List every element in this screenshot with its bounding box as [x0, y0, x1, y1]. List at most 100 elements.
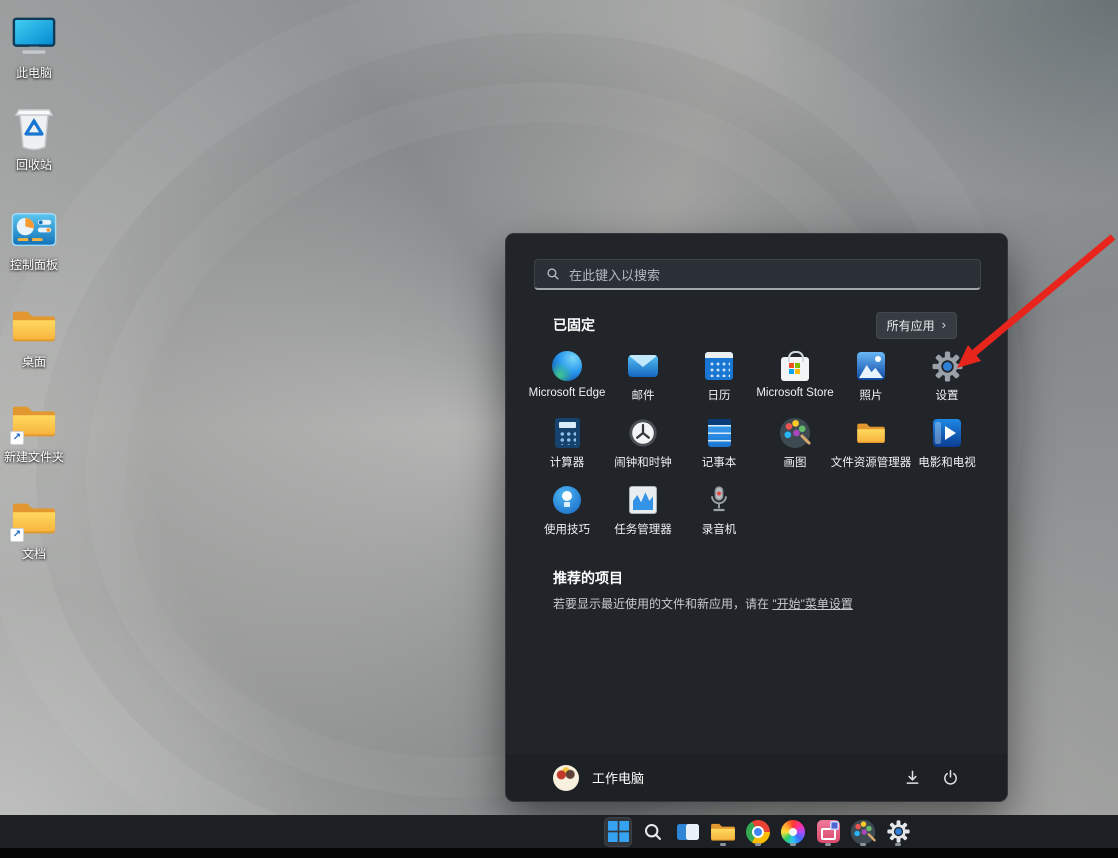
download-icon [904, 769, 921, 786]
power-button[interactable] [939, 767, 961, 789]
pinned-app-label: 文件资源管理器 [831, 454, 912, 470]
running-indicator [720, 843, 726, 846]
recommended-text: 若要显示最近使用的文件和新应用，请在 "开始"菜单设置 [553, 595, 853, 612]
user-name: 工作电脑 [592, 768, 644, 787]
shortcut-arrow-icon: ↗ [10, 431, 24, 445]
taskbar [0, 815, 1118, 848]
pinned-app-label: 计算器 [550, 454, 585, 470]
desktop-icon-label: 新建文件夹 [4, 448, 64, 465]
pinned-app-voice-recorder[interactable]: 录音机 [681, 480, 757, 547]
taskbar-icons [604, 815, 912, 848]
notepad-icon [703, 417, 735, 449]
task-manager-icon [627, 484, 659, 516]
screen-bottom-strip [0, 848, 1118, 858]
download-updates-button[interactable] [901, 767, 923, 789]
desktop-icon-this-pc[interactable]: 此电脑 [0, 12, 68, 81]
desktop-icon-control-panel[interactable]: 控制面板 [0, 204, 68, 273]
search-icon [643, 822, 663, 842]
pinned-app-label: 录音机 [702, 521, 737, 537]
recycle-bin-icon [9, 104, 59, 154]
recommended-header: 推荐的项目 [553, 568, 623, 588]
start-icon [608, 821, 629, 842]
pinned-app-movies-tv[interactable]: 电影和电视 [909, 413, 985, 480]
pinned-app-settings[interactable]: 设置 [909, 346, 985, 413]
desktop-icons: 此电脑回收站控制面板桌面 ↗ 新建文件夹 ↗ 文档 [0, 0, 68, 820]
pinned-app-tips[interactable]: 使用技巧 [529, 480, 605, 547]
pinned-app-alarms-clock[interactable]: 闹钟和时钟 [605, 413, 681, 480]
pinned-app-label: Microsoft Edge [529, 387, 606, 399]
desktop-icon-desktop-folder[interactable]: 桌面 [0, 301, 68, 370]
avatar [553, 765, 579, 791]
taskbar-start-button[interactable] [604, 817, 632, 847]
pinned-app-label: 画图 [784, 454, 807, 470]
pinned-app-calculator[interactable]: 计算器 [529, 413, 605, 480]
taskbar-color-wheel-browser-button[interactable] [779, 817, 807, 847]
user-account-button[interactable]: 工作电脑 [553, 765, 644, 791]
color-wheel-browser-icon [781, 820, 805, 844]
task-view-icon [677, 823, 699, 841]
microsoft-store-icon [779, 350, 811, 382]
start-menu-user-bar: 工作电脑 [506, 754, 1007, 801]
recommended-text-plain: 若要显示最近使用的文件和新应用，请在 [553, 597, 772, 611]
power-icon [942, 769, 959, 786]
pinned-app-label: 记事本 [702, 454, 737, 470]
pinned-app-photos[interactable]: 照片 [833, 346, 909, 413]
settings-icon [931, 350, 963, 382]
all-apps-button[interactable]: 所有应用 › [876, 312, 957, 339]
documents-icon: ↗ [9, 493, 59, 543]
pinned-header-row: 已固定 所有应用 › [553, 312, 957, 338]
taskbar-search-button[interactable] [639, 817, 667, 847]
pinned-app-microsoft-edge[interactable]: Microsoft Edge [529, 346, 605, 413]
desktop-icon-label: 回收站 [16, 156, 52, 173]
search-input[interactable]: 在此键入以搜索 [534, 259, 981, 290]
pinned-app-notepad[interactable]: 记事本 [681, 413, 757, 480]
desktop-icon-label: 文档 [22, 545, 46, 562]
movies-tv-icon [931, 417, 963, 449]
desktop-icon-documents[interactable]: ↗ 文档 [0, 493, 68, 562]
taskbar-paint-button[interactable] [849, 817, 877, 847]
taskbar-pink-app-button[interactable] [814, 817, 842, 847]
running-indicator [895, 843, 901, 846]
pinned-app-label: 日历 [708, 387, 731, 403]
desktop-icon-new-folder[interactable]: ↗ 新建文件夹 [0, 396, 68, 465]
shortcut-arrow-icon: ↗ [10, 528, 24, 542]
alarms-clock-icon [627, 417, 659, 449]
chrome-icon [746, 820, 770, 844]
control-panel-icon [9, 204, 59, 254]
pinned-app-mail[interactable]: 邮件 [605, 346, 681, 413]
taskbar-task-view-button[interactable] [674, 817, 702, 847]
pinned-app-task-manager[interactable]: 任务管理器 [605, 480, 681, 547]
pinned-app-label: 设置 [936, 387, 959, 403]
desktop-icon-recycle-bin[interactable]: 回收站 [0, 104, 68, 173]
photos-icon [855, 350, 887, 382]
pinned-app-paint[interactable]: 画图 [757, 413, 833, 480]
paint-icon [779, 417, 811, 449]
desktop-icon-label: 此电脑 [16, 64, 52, 81]
pinned-apps-grid: Microsoft Edge邮件日历 Microsoft Store 照片 设置计算器… [529, 346, 987, 547]
this-pc-icon [9, 12, 59, 62]
pinned-app-microsoft-store[interactable]: Microsoft Store [757, 346, 833, 413]
taskbar-settings-button[interactable] [884, 817, 912, 847]
calendar-icon [703, 350, 735, 382]
new-folder-icon: ↗ [9, 396, 59, 446]
running-indicator [755, 843, 761, 846]
voice-recorder-icon [703, 484, 735, 516]
start-menu-settings-link[interactable]: "开始"菜单设置 [772, 597, 853, 611]
pinned-app-label: 照片 [860, 387, 883, 403]
session-buttons [901, 767, 961, 789]
taskbar-file-explorer-button[interactable] [709, 817, 737, 847]
pink-app-icon [817, 820, 840, 843]
desktop-folder-icon [9, 301, 59, 351]
pinned-app-calendar[interactable]: 日历 [681, 346, 757, 413]
pinned-app-label: Microsoft Store [756, 387, 833, 399]
settings-icon [887, 820, 910, 843]
calculator-icon [551, 417, 583, 449]
tips-icon [551, 484, 583, 516]
pinned-app-label: 使用技巧 [544, 521, 590, 537]
search-placeholder: 在此键入以搜索 [569, 265, 660, 284]
taskbar-chrome-button[interactable] [744, 817, 772, 847]
search-icon [546, 267, 560, 281]
pinned-app-file-explorer[interactable]: 文件资源管理器 [833, 413, 909, 480]
file-explorer-icon [710, 821, 736, 843]
pinned-app-label: 电影和电视 [918, 454, 976, 470]
